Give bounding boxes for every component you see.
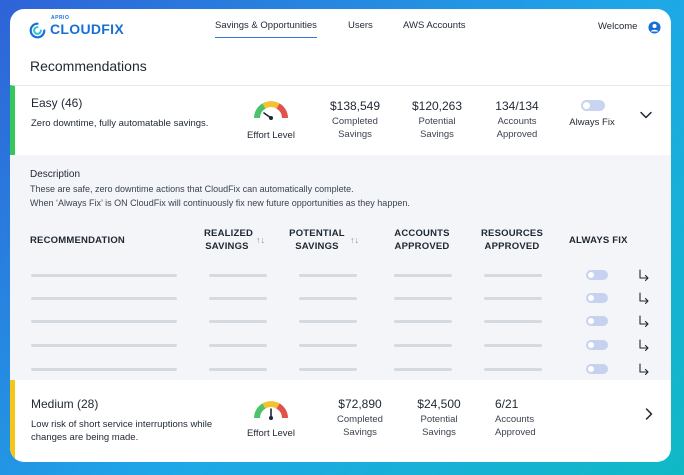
page-title: Recommendations [30, 58, 147, 74]
arrow-return-icon[interactable] [637, 268, 651, 282]
placeholder-bar [209, 297, 267, 300]
always-fix-toggle[interactable] [586, 316, 608, 326]
group-name: Easy (46) [31, 96, 83, 110]
col-recommendation[interactable]: RECOMMENDATION [30, 234, 125, 247]
accounts-approved-label: Accounts Approved [495, 414, 536, 438]
arrow-return-icon[interactable] [637, 338, 651, 352]
placeholder-bar [209, 368, 267, 371]
group-description: Zero downtime, fully automatable savings… [31, 118, 209, 129]
placeholder-bar [299, 274, 357, 277]
placeholder-bar [394, 297, 452, 300]
placeholder-bar [394, 320, 452, 323]
logo-superscript: APRIO [51, 15, 70, 21]
col-potential-line2: SAVINGS [295, 241, 339, 252]
always-fix-toggle[interactable] [581, 100, 605, 111]
placeholder-bar [31, 344, 177, 347]
col-realized-line1: REALIZED [204, 228, 254, 239]
accounts-approved-value: 6/21 [495, 397, 519, 411]
effort-gauge-icon [254, 101, 288, 120]
app-window: APRIO CLOUDFIX Savings & Opportunities U… [10, 9, 671, 462]
cloudfix-logo[interactable]: APRIO CLOUDFIX [29, 15, 124, 40]
effort-level-label: Effort Level [247, 428, 295, 439]
completed-savings-metric: $138,549 Completed Savings [315, 99, 395, 141]
placeholder-bar [299, 368, 357, 371]
completed-savings-value: $72,890 [338, 397, 382, 411]
placeholder-bar [209, 320, 267, 323]
potential-savings-label: Potential Savings [420, 414, 458, 438]
completed-savings-metric: $72,890 Completed Savings [320, 397, 400, 439]
chevron-right-icon[interactable] [642, 407, 656, 421]
col-potential-savings[interactable]: POTENTIAL SAVINGS [289, 227, 345, 253]
always-fix-toggle[interactable] [586, 340, 608, 350]
always-fix-toggle[interactable] [586, 270, 608, 280]
completed-savings-label: Completed Savings [337, 414, 383, 438]
completed-savings-value: $138,549 [329, 99, 381, 113]
potential-savings-metric: $24,500 Potential Savings [399, 397, 479, 439]
placeholder-bar [394, 368, 452, 371]
col-realized-savings[interactable]: REALIZED SAVINGS [204, 227, 254, 253]
description-line-1: These are safe, zero downtime actions th… [30, 184, 354, 194]
col-accounts-line2: APPROVED [394, 241, 450, 252]
placeholder-bar [31, 320, 177, 323]
user-avatar-icon[interactable] [648, 21, 661, 34]
potential-savings-value: $24,500 [417, 397, 461, 411]
top-navigation: APRIO CLOUDFIX Savings & Opportunities U… [10, 9, 671, 47]
placeholder-bar [31, 368, 177, 371]
recommendation-group-easy[interactable]: Easy (46) Zero downtime, fully automatab… [10, 85, 671, 155]
placeholder-bar [484, 297, 542, 300]
accounts-approved-value: 134/134 [495, 99, 539, 113]
placeholder-bar [484, 274, 542, 277]
placeholder-bar [394, 274, 452, 277]
cloudfix-logo-icon [29, 22, 46, 38]
col-potential-line1: POTENTIAL [289, 228, 345, 239]
potential-savings-metric: $120,263 Potential Savings [397, 99, 477, 141]
group-description: Low risk of short service interruptions … [31, 419, 213, 443]
sort-icon[interactable]: ↑↓ [350, 235, 359, 245]
placeholder-bar [299, 297, 357, 300]
col-resources-approved[interactable]: RESOURCES APPROVED [479, 227, 545, 253]
sort-icon[interactable]: ↑↓ [256, 235, 265, 245]
placeholder-bar [209, 344, 267, 347]
placeholder-bar [484, 368, 542, 371]
tab-users[interactable]: Users [348, 20, 373, 31]
tab-savings-opportunities[interactable]: Savings & Opportunities [215, 20, 317, 38]
accounts-approved-metric: 134/134 Accounts Approved [477, 99, 557, 141]
col-accounts-approved[interactable]: ACCOUNTS APPROVED [391, 227, 453, 253]
col-resources-line1: RESOURCES [481, 228, 543, 239]
always-fix-label: Always Fix [569, 117, 615, 128]
placeholder-bar [484, 344, 542, 347]
description-title: Description [30, 169, 81, 180]
accounts-approved-label: Accounts Approved [496, 116, 538, 140]
placeholder-bar [31, 274, 177, 277]
placeholder-bar [299, 320, 357, 323]
effort-gauge-icon [254, 401, 288, 420]
tab-aws-accounts[interactable]: AWS Accounts [403, 20, 465, 31]
welcome-text: Welcome [598, 21, 638, 32]
placeholder-bar [394, 344, 452, 347]
placeholder-bar [484, 320, 542, 323]
always-fix-toggle[interactable] [586, 293, 608, 303]
col-resources-line2: APPROVED [484, 241, 540, 252]
placeholder-bar [299, 344, 357, 347]
chevron-down-icon[interactable] [639, 108, 653, 122]
placeholder-bar [31, 297, 177, 300]
col-accounts-line1: ACCOUNTS [394, 228, 450, 239]
col-always-fix[interactable]: ALWAYS FIX [569, 234, 628, 247]
description-line-2: When ‘Always Fix’ is ON CloudFix will co… [30, 198, 410, 208]
completed-savings-label: Completed Savings [332, 116, 378, 140]
easy-details-panel: Description These are safe, zero downtim… [10, 155, 671, 380]
logo-wordmark: CLOUDFIX [50, 21, 124, 37]
col-realized-line2: SAVINGS [205, 241, 249, 252]
arrow-return-icon[interactable] [637, 362, 651, 376]
group-name: Medium (28) [31, 397, 99, 411]
potential-savings-value: $120,263 [411, 99, 463, 113]
potential-savings-label: Potential Savings [418, 116, 456, 140]
arrow-return-icon[interactable] [637, 291, 651, 305]
effort-level-label: Effort Level [247, 130, 295, 141]
recommendation-group-medium[interactable]: Medium (28) Low risk of short service in… [10, 380, 671, 462]
always-fix-toggle[interactable] [586, 364, 608, 374]
accounts-approved-metric: 6/21 Accounts Approved [477, 397, 557, 439]
placeholder-bar [209, 274, 267, 277]
arrow-return-icon[interactable] [637, 314, 651, 328]
